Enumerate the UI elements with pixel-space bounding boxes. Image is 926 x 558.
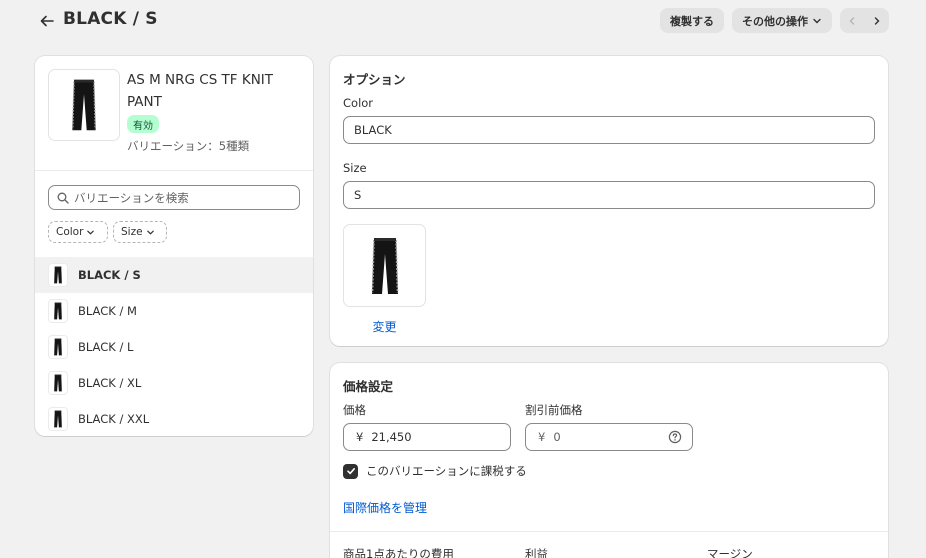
profit-label: 利益 <box>525 547 548 558</box>
size-option-input[interactable]: S <box>343 181 875 209</box>
variant-thumbnail <box>48 407 68 431</box>
previous-variant-button[interactable] <box>840 8 865 33</box>
chevron-down-icon <box>87 230 95 235</box>
checkmark-icon <box>346 468 355 475</box>
more-actions-label: その他の操作 <box>742 14 808 28</box>
color-filter-button[interactable]: Color <box>48 221 108 243</box>
manage-international-pricing-link[interactable]: 国際価格を管理 <box>343 499 427 516</box>
variant-list: BLACK / S BLACK / M BLACK / L BLACK / XL… <box>35 257 313 437</box>
variant-item[interactable]: BLACK / XXL <box>35 401 313 437</box>
variant-item[interactable]: BLACK / XL <box>35 365 313 401</box>
pricing-card: 価格設定 価格 割引前価格 ¥ 21,450 ¥ 0 このバリエーションに課税す… <box>330 363 888 558</box>
variant-count: バリエーション：5種類 <box>127 139 250 153</box>
cost-per-item-label: 商品1点あたりの費用 <box>343 547 454 558</box>
variant-thumbnail <box>48 371 68 395</box>
duplicate-button[interactable]: 複製する <box>660 8 724 33</box>
checkbox[interactable] <box>343 463 358 479</box>
currency-symbol: ¥ <box>356 430 364 444</box>
chevron-down-icon <box>813 18 821 23</box>
color-filter-label: Color <box>56 226 84 238</box>
variant-thumbnail <box>48 335 68 359</box>
status-badge: 有効 <box>127 115 159 133</box>
chevron-down-icon <box>146 230 154 235</box>
divider <box>330 531 888 532</box>
price-label: 価格 <box>343 403 366 417</box>
variant-list-card: AS M NRG CS TF KNIT PANT 有効 バリエーション：5種類 … <box>35 56 313 436</box>
color-option-label: Color <box>343 96 374 110</box>
arrow-left-icon <box>40 15 54 27</box>
product-thumbnail[interactable] <box>48 69 120 141</box>
variant-label: BLACK / L <box>78 340 134 354</box>
variant-thumbnail <box>48 299 68 323</box>
page-header: BLACK / S 複製する その他の操作 <box>0 0 926 42</box>
pants-image <box>52 409 64 429</box>
color-option-input[interactable]: BLACK <box>343 116 875 144</box>
pants-image <box>52 301 64 321</box>
charge-tax-checkbox[interactable]: このバリエーションに課税する <box>343 463 527 479</box>
divider <box>35 170 313 171</box>
compare-price-input[interactable]: ¥ 0 <box>525 423 693 451</box>
pricing-title: 価格設定 <box>343 379 394 394</box>
variant-label: BLACK / XL <box>78 376 142 390</box>
variant-label: BLACK / M <box>78 304 137 318</box>
charge-tax-label: このバリエーションに課税する <box>366 464 527 478</box>
margin-label: マージン <box>707 547 753 558</box>
chevron-right-icon <box>874 16 880 25</box>
variant-image[interactable] <box>343 224 426 307</box>
back-button[interactable] <box>36 10 58 32</box>
pants-image <box>52 373 64 393</box>
variant-label: BLACK / XXL <box>78 412 150 426</box>
search-input[interactable] <box>74 190 274 205</box>
search-icon <box>57 192 69 204</box>
compare-price-label: 割引前価格 <box>525 403 583 417</box>
compare-price-value: 0 <box>553 430 561 444</box>
price-value: 21,450 <box>371 430 412 444</box>
change-image-link[interactable]: 変更 <box>343 318 426 335</box>
variant-search[interactable] <box>48 185 300 210</box>
price-input[interactable]: ¥ 21,450 <box>343 423 511 451</box>
variant-item[interactable]: BLACK / S <box>35 257 313 293</box>
pants-image <box>66 71 102 139</box>
variant-item[interactable]: BLACK / M <box>35 293 313 329</box>
options-card: オプション Color BLACK Size S 変更 <box>330 56 888 346</box>
pants-image <box>365 227 405 305</box>
page-title: BLACK / S <box>63 9 158 29</box>
size-filter-button[interactable]: Size <box>113 221 167 243</box>
size-option-label: Size <box>343 161 367 175</box>
size-filter-label: Size <box>121 226 143 238</box>
pants-image <box>52 265 64 285</box>
chevron-left-icon <box>849 16 855 25</box>
variant-pager <box>840 8 889 33</box>
product-name[interactable]: AS M NRG CS TF KNIT PANT <box>127 69 303 113</box>
more-actions-button[interactable]: その他の操作 <box>732 8 832 33</box>
variant-thumbnail <box>48 263 68 287</box>
variant-label: BLACK / S <box>78 268 141 282</box>
duplicate-button-label: 複製する <box>670 14 714 28</box>
question-circle-icon[interactable] <box>668 430 682 444</box>
currency-symbol: ¥ <box>538 430 546 444</box>
variant-item[interactable]: BLACK / L <box>35 329 313 365</box>
options-title: オプション <box>343 72 406 87</box>
pants-image <box>52 337 64 357</box>
next-variant-button[interactable] <box>865 8 890 33</box>
